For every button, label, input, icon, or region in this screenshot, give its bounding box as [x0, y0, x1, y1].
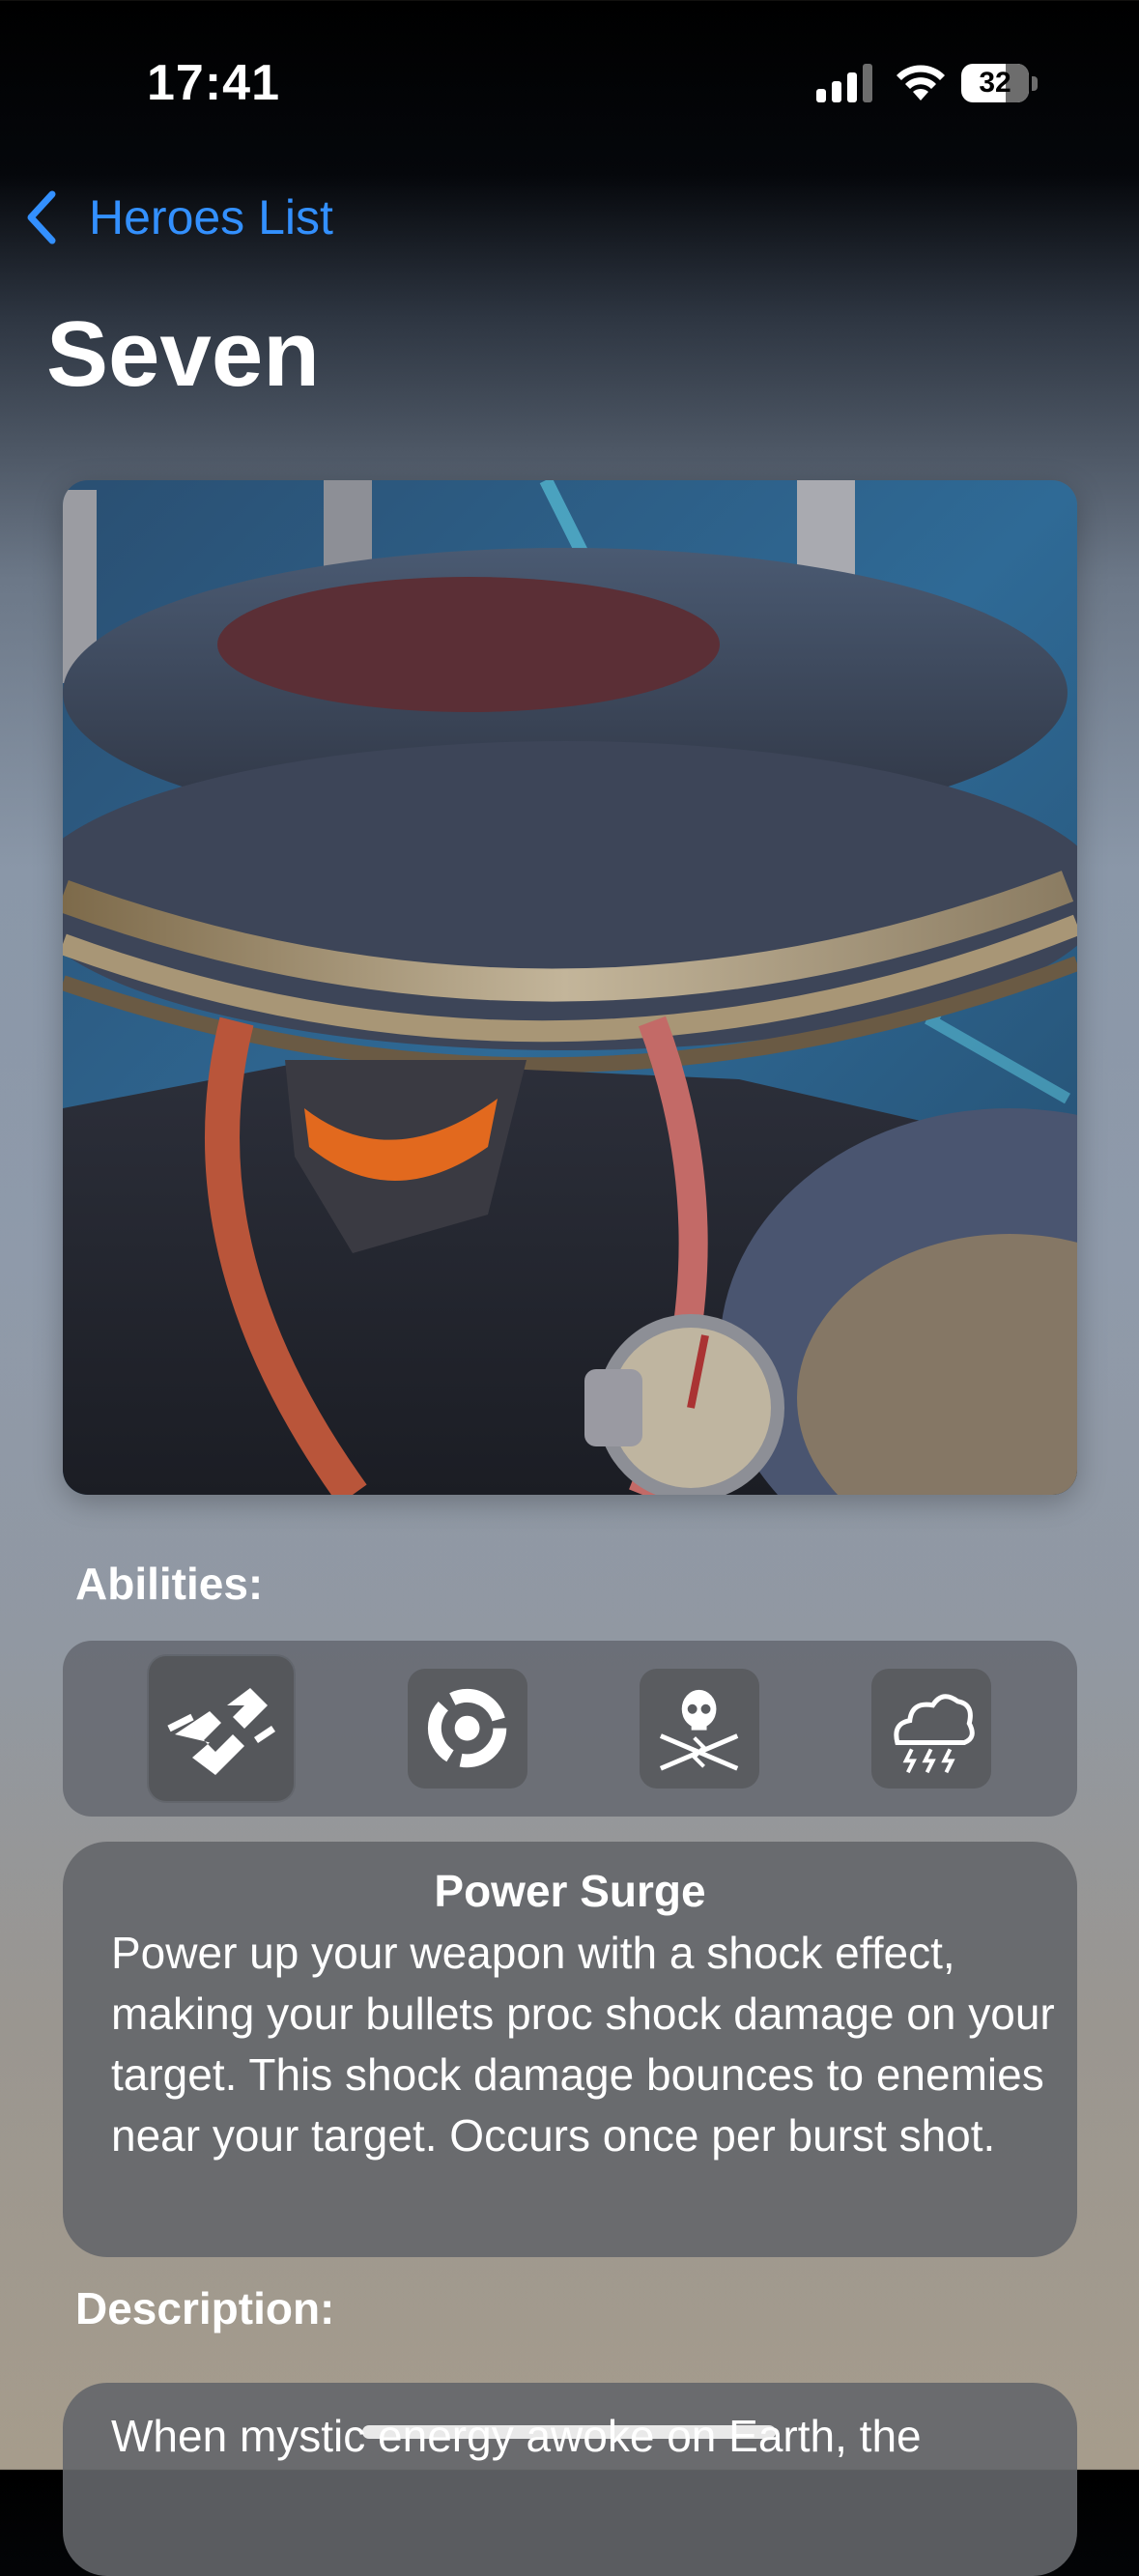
storm-cloud-icon: [894, 1694, 976, 1774]
hero-portrait-image: [63, 480, 1077, 1495]
back-button[interactable]: Heroes List: [23, 184, 333, 251]
chevron-left-icon: [27, 190, 56, 244]
power-surge-icon: [428, 1689, 507, 1768]
abilities-header: Abilities:: [75, 1559, 264, 1609]
abilities-bar: [63, 1641, 1077, 1817]
battery-icon: 32: [961, 64, 1040, 104]
wifi-icon: [897, 65, 945, 100]
chain-lightning-icon: [167, 1688, 275, 1775]
home-indicator[interactable]: [362, 2425, 776, 2439]
selected-ability-name: Power Surge: [434, 1866, 706, 1916]
selected-ability-card: Power Surge Power up your weapon with a …: [63, 1842, 1077, 2257]
ability-skull-lightning-button[interactable]: [640, 1669, 759, 1789]
ability-chain-lightning-button[interactable]: [149, 1656, 294, 1801]
skull-lightning-icon: [660, 1690, 739, 1771]
cellular-signal-icon: [816, 64, 872, 102]
page-title: Seven: [46, 302, 320, 406]
selected-ability-description: Power up your weapon with a shock effect…: [111, 1928, 1055, 2161]
status-bar: 17:41 32: [0, 0, 1139, 164]
status-time: 17:41: [147, 55, 280, 111]
battery-level: 32: [979, 67, 1011, 99]
ability-storm-cloud-button[interactable]: [871, 1669, 991, 1789]
ability-power-surge-button[interactable]: [408, 1669, 527, 1789]
back-button-label: Heroes List: [89, 190, 333, 244]
description-header: Description:: [75, 2283, 335, 2333]
description-card: When mystic energy awoke on Earth, the: [63, 2383, 1077, 2576]
